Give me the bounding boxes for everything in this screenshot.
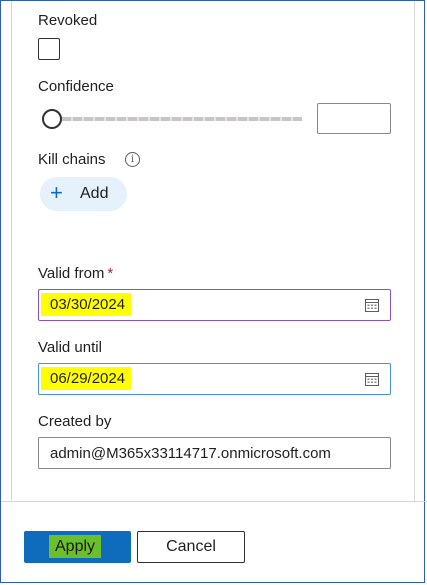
valid-until-input[interactable]: 06/29/2024 (38, 363, 391, 395)
footer-divider (1, 501, 426, 502)
revoked-checkbox[interactable] (38, 38, 60, 60)
confidence-input[interactable] (317, 103, 391, 134)
valid-from-label-text: Valid from (38, 265, 105, 282)
created-by-input[interactable]: admin@M365x33114717.onmicrosoft.com (38, 437, 391, 469)
apply-label: Apply (49, 535, 102, 558)
created-by-value: admin@M365x33114717.onmicrosoft.com (50, 445, 331, 462)
calendar-icon[interactable] (365, 298, 379, 312)
created-by-label: Created by (38, 413, 112, 430)
confidence-label: Confidence (38, 78, 114, 95)
required-marker: * (107, 265, 114, 282)
kill-chains-label: Kill chains (38, 151, 106, 168)
confidence-slider-track[interactable] (51, 117, 302, 121)
valid-from-label: Valid from * (38, 265, 113, 282)
apply-button[interactable]: Apply (24, 531, 131, 563)
confidence-slider-thumb[interactable] (42, 109, 62, 129)
cancel-button[interactable]: Cancel (137, 531, 245, 563)
revoked-label: Revoked (38, 12, 98, 29)
add-kill-chain-button[interactable]: + Add (40, 177, 127, 211)
valid-until-value: 06/29/2024 (41, 367, 132, 390)
valid-from-value: 03/30/2024 (41, 293, 132, 316)
valid-from-input[interactable]: 03/30/2024 (38, 289, 391, 321)
add-kill-chain-label: Add (80, 185, 109, 202)
info-icon[interactable]: i (125, 152, 140, 167)
panel-frame: Revoked Confidence Kill chains i + Add V… (0, 0, 426, 583)
calendar-icon[interactable] (365, 372, 379, 386)
plus-icon: + (50, 180, 63, 205)
valid-until-label: Valid until (38, 339, 102, 356)
